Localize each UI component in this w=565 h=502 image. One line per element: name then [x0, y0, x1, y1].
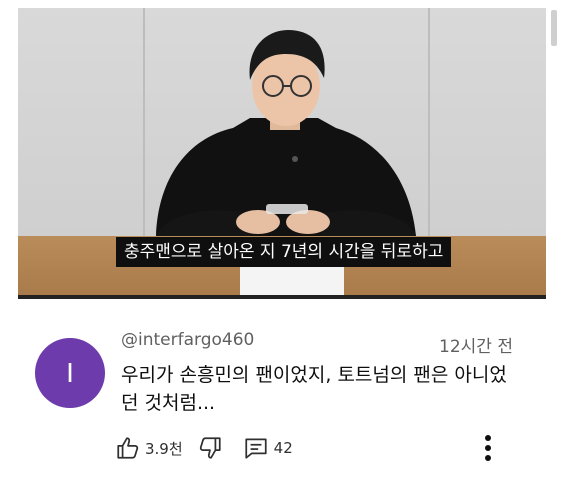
comment-item: I @interfargo460 12시간 전 우리가 손흥민의 팬이었지, 토…	[0, 310, 565, 502]
thumbs-up-icon	[117, 437, 139, 459]
comment-text: 우리가 손흥민의 팬이었지, 토트넘의 팬은 아니었던 것처럼...	[121, 364, 507, 414]
video-player[interactable]: 충주맨으로 살아온 지 7년의 시간을 뒤로하고	[0, 0, 565, 299]
comment-username[interactable]: @interfargo460	[121, 330, 254, 350]
video-bottom-edge	[18, 295, 546, 299]
reply-count: 42	[273, 439, 293, 457]
video-frame[interactable]: 충주맨으로 살아온 지 7년의 시간을 뒤로하고	[18, 8, 546, 295]
video-caption: 충주맨으로 살아온 지 7년의 시간을 뒤로하고	[116, 237, 452, 267]
reply-button[interactable]: 42	[243, 435, 293, 461]
comment-timestamp: 12시간 전	[439, 337, 513, 357]
comment-actions: 3.9천 42	[115, 432, 293, 464]
like-count: 3.9천	[145, 439, 183, 458]
dislike-button[interactable]	[197, 435, 223, 461]
avatar[interactable]: I	[35, 338, 105, 408]
like-button[interactable]: 3.9천	[115, 435, 183, 461]
video-overlay-icon[interactable]	[549, 8, 559, 48]
thumbs-down-icon	[199, 437, 221, 459]
comment-icon	[245, 438, 267, 459]
avatar-letter: I	[66, 357, 74, 388]
more-vertical-icon[interactable]	[483, 434, 493, 462]
